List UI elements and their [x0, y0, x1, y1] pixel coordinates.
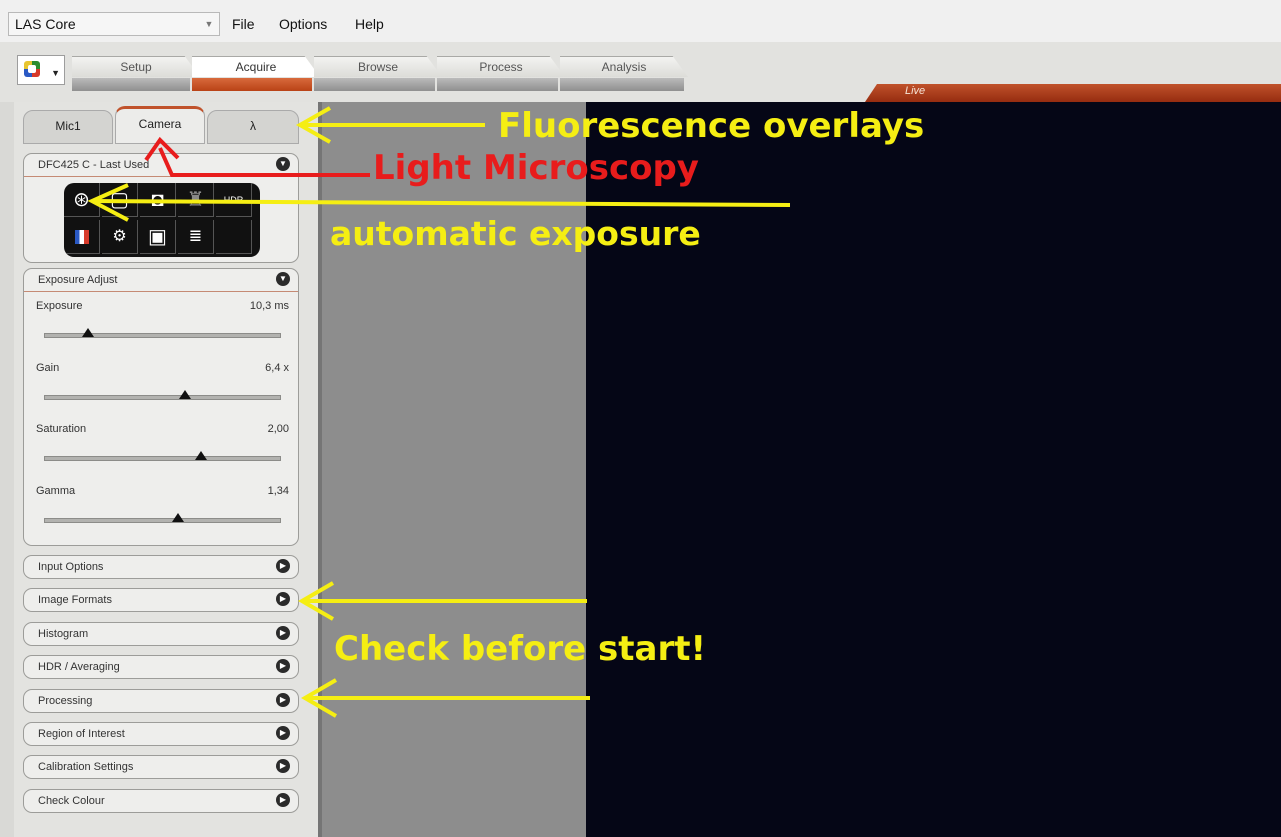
slider-track[interactable] [44, 451, 281, 461]
tab-browse-strip [314, 78, 435, 91]
slider-value: 2,00 [267, 423, 289, 435]
annotation-check: Check before start! [334, 629, 706, 669]
slider-value: 10,3 ms [249, 300, 289, 312]
camera-group-header[interactable]: DFC425 C - Last Used ▼ [24, 154, 298, 177]
group-header[interactable]: Calibration Settings ▶ [24, 756, 298, 778]
slider-label: Gamma [36, 484, 76, 497]
image-side-pane [318, 102, 586, 837]
group-histogram[interactable]: Histogram ▶ [23, 621, 299, 646]
expand-toggle-icon[interactable]: ▶ [276, 659, 290, 674]
tab-acquire-strip [192, 78, 312, 91]
group-title: Region of Interest [38, 728, 125, 740]
group-header[interactable]: Image Formats ▶ [24, 589, 298, 611]
mode-menu-button[interactable]: ▼ [17, 55, 65, 85]
tab-process-strip [437, 78, 558, 91]
hdr-icon[interactable]: HDR [216, 183, 252, 217]
tab-acquire[interactable]: Acquire [192, 56, 320, 77]
slider-label: Saturation [36, 423, 87, 435]
expand-toggle-icon[interactable]: ▶ [276, 792, 290, 807]
microscope-icon[interactable]: ♜ [178, 183, 214, 217]
exposure-group-title: Exposure Adjust [38, 274, 118, 286]
camera-capture-icon[interactable]: ◘ [140, 183, 176, 217]
group-hdr-averaging[interactable]: HDR / Averaging ▶ [23, 655, 299, 680]
slider-value: 6,4 x [265, 361, 289, 374]
group-title: Histogram [38, 627, 89, 640]
group-processing[interactable]: Processing ▶ [23, 688, 299, 713]
group-title: Image Formats [38, 594, 112, 607]
group-header[interactable]: Check Colour ▶ [24, 790, 298, 812]
settings-cog-icon[interactable]: ⚙ [102, 220, 138, 254]
tab-process[interactable]: Process [437, 56, 565, 77]
expand-toggle-icon[interactable]: ▶ [276, 759, 290, 774]
annotation-light-microscopy: Light Microscopy [373, 148, 699, 188]
slider-thumb[interactable] [171, 512, 184, 522]
expand-toggle-icon[interactable]: ▶ [276, 692, 290, 707]
group-title: HDR / Averaging [38, 661, 120, 674]
tab-camera[interactable]: Camera [115, 106, 205, 144]
app-logo-icon [24, 61, 40, 77]
list-settings-icon[interactable]: ≣ [178, 220, 214, 254]
slider-thumb[interactable] [178, 389, 191, 399]
collapse-toggle-icon[interactable]: ▼ [276, 272, 290, 286]
white-balance-icon[interactable]: ▢ [102, 183, 138, 217]
camera-group-title: DFC425 C - Last Used [38, 159, 150, 171]
tab-setup[interactable]: Setup [72, 56, 200, 77]
group-header[interactable]: Region of Interest ▶ [24, 723, 298, 745]
expand-toggle-icon[interactable]: ▶ [276, 625, 290, 640]
tab-lambda[interactable]: λ [207, 110, 299, 144]
tab-mic1[interactable]: Mic1 [23, 110, 113, 144]
menu-options[interactable]: Options [279, 16, 327, 32]
slider-track[interactable] [44, 328, 281, 338]
expand-toggle-icon[interactable]: ▶ [276, 726, 290, 740]
group-title: Input Options [38, 561, 104, 573]
live-image-view[interactable] [586, 102, 1281, 837]
group-header[interactable]: HDR / Averaging ▶ [24, 656, 298, 678]
tab-browse[interactable]: Browse [314, 56, 442, 77]
tab-analysis[interactable]: Analysis [560, 56, 688, 77]
group-title: Processing [38, 694, 93, 707]
app-selector[interactable]: LAS Core ▼ [8, 12, 220, 36]
empty-slot [216, 220, 252, 254]
dropdown-arrow-icon[interactable]: ▼ [201, 14, 217, 34]
annotation-fluorescence: Fluorescence overlays [498, 106, 925, 146]
live-label: Live [905, 85, 926, 97]
expand-toggle-icon[interactable]: ▶ [276, 559, 290, 573]
slider-value: 1,34 [267, 484, 289, 497]
app-selector-value: LAS Core [15, 16, 76, 32]
collapse-toggle-icon[interactable]: ▼ [276, 157, 290, 171]
exposure-group-header[interactable]: Exposure Adjust ▼ [24, 269, 298, 292]
expand-toggle-icon[interactable]: ▶ [276, 592, 290, 607]
annotation-auto-exposure: automatic exposure [330, 214, 701, 253]
slider-thumb[interactable] [81, 328, 94, 337]
menu-bar: LAS Core ▼ File Options Help [0, 0, 1281, 43]
slider-thumb[interactable] [195, 451, 208, 460]
tab-analysis-strip [560, 78, 684, 91]
group-region-of-interest[interactable]: Region of Interest ▶ [23, 722, 299, 746]
group-header[interactable]: Input Options ▶ [24, 556, 298, 578]
group-header[interactable]: Processing ▶ [24, 690, 298, 712]
group-title: Check Colour [38, 794, 105, 807]
camera-icon-grid: ⊛ ▢ ◘ ♜ HDR ⚙ ▣ ≣ [64, 183, 260, 257]
group-calibration-settings[interactable]: Calibration Settings ▶ [23, 755, 299, 780]
live-status-bar: Live [865, 84, 1281, 102]
color-flag-icon[interactable] [64, 220, 100, 254]
group-title: Calibration Settings [38, 761, 134, 774]
menu-help[interactable]: Help [355, 16, 384, 32]
overlay-icon[interactable]: ▣ [140, 220, 176, 254]
slider-track[interactable] [44, 512, 281, 523]
group-image-formats[interactable]: Image Formats ▶ [23, 588, 299, 613]
auto-exposure-icon[interactable]: ⊛ [64, 183, 100, 217]
menu-file[interactable]: File [232, 16, 255, 32]
group-header[interactable]: Histogram ▶ [24, 623, 298, 645]
slider-label: Gain [36, 361, 60, 374]
group-check-colour[interactable]: Check Colour ▶ [23, 788, 299, 813]
group-input-options[interactable]: Input Options ▶ [23, 555, 299, 579]
slider-track[interactable] [44, 389, 281, 400]
slider-label: Exposure [36, 300, 83, 312]
chevron-down-icon: ▼ [51, 68, 60, 78]
tab-setup-strip [72, 78, 190, 91]
